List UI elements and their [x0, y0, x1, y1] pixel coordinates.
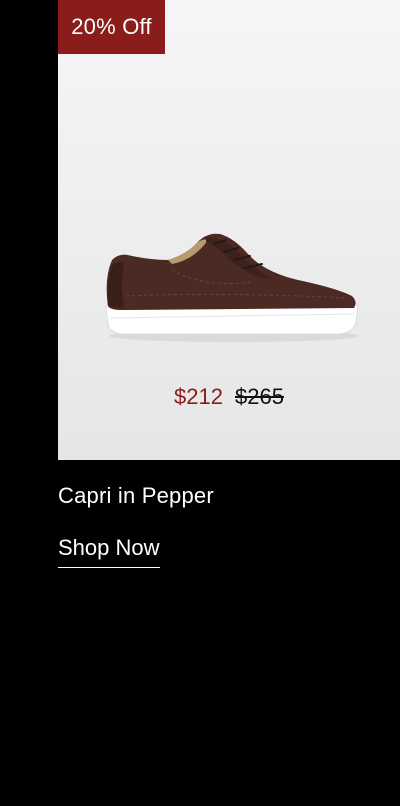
original-price: $265: [235, 384, 284, 409]
sneaker-image[interactable]: [102, 226, 362, 346]
product-name[interactable]: Capri in Pepper: [58, 481, 214, 511]
shop-now-link[interactable]: Shop Now: [58, 533, 160, 568]
page: 20% Off $212 $265 Capri in Pepper Shop N…: [0, 0, 400, 806]
sale-price: $212: [174, 384, 223, 409]
discount-badge: 20% Off: [58, 0, 165, 54]
product-card[interactable]: 20% Off $212 $265: [58, 0, 400, 460]
price-row: $212 $265: [58, 382, 400, 412]
